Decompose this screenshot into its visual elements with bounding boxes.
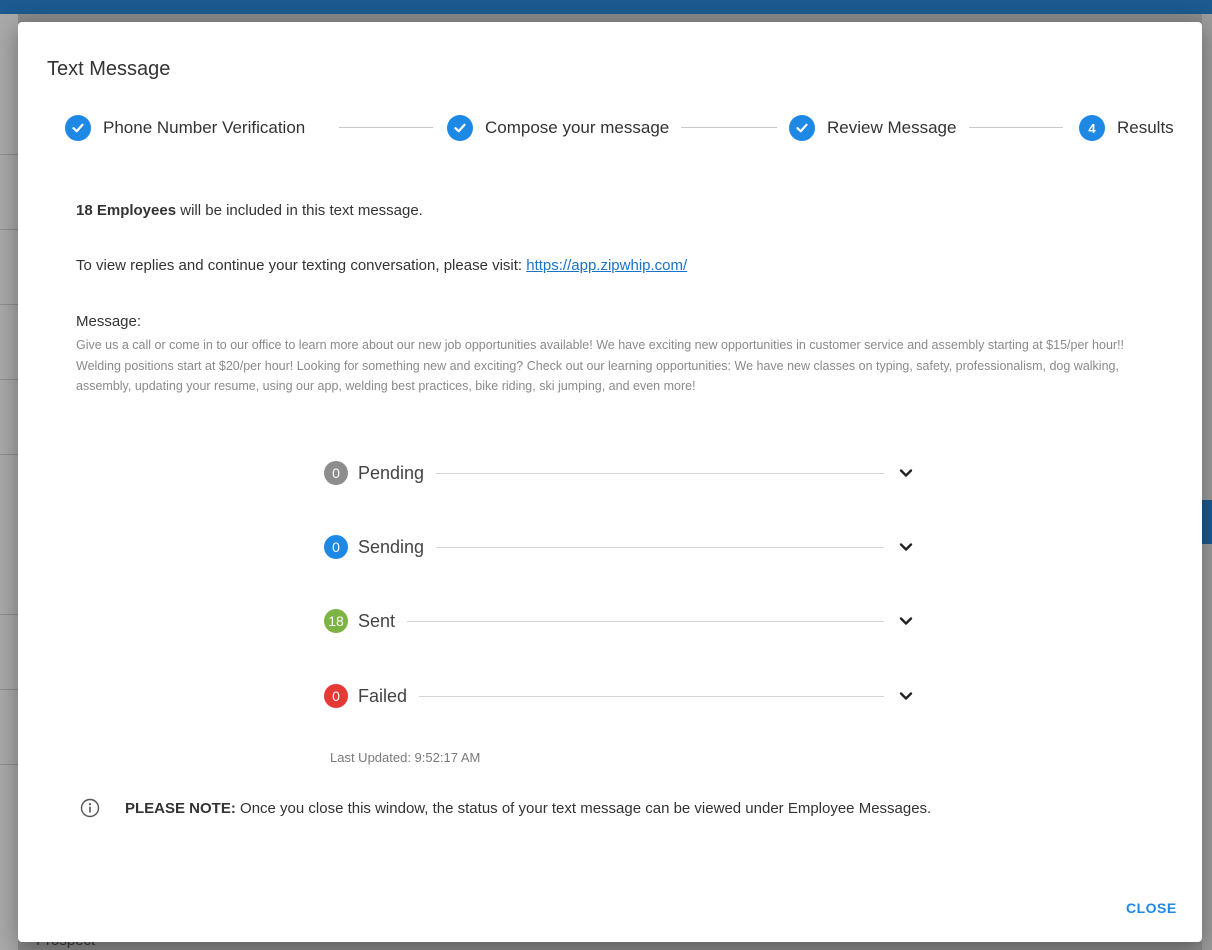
included-suffix: will be included in this text message. <box>176 202 423 219</box>
note-text: PLEASE NOTE: Once you close this window,… <box>125 800 931 817</box>
last-updated-timestamp: Last Updated: 9:52:17 AM <box>330 750 481 765</box>
step-results[interactable]: 4 Results <box>1079 114 1174 142</box>
please-note: PLEASE NOTE: Once you close this window,… <box>80 798 931 818</box>
note-body: Once you close this window, the status o… <box>235 799 932 817</box>
background-row-divider <box>0 304 18 305</box>
background-row-divider <box>0 379 18 380</box>
step-number-badge: 4 <box>1079 115 1105 141</box>
employee-count: 18 Employees <box>76 202 177 219</box>
background-row-divider <box>0 764 18 765</box>
step-connector <box>681 127 777 128</box>
step-label: Compose your message <box>485 118 670 137</box>
chevron-down-icon[interactable] <box>898 613 914 629</box>
status-divider <box>419 695 884 697</box>
check-circle-icon <box>789 115 815 141</box>
status-label: Failed <box>358 685 408 706</box>
background-row-divider <box>0 614 18 615</box>
status-row-sent[interactable]: 18 Sent <box>324 608 914 634</box>
status-row-sending[interactable]: 0 Sending <box>324 534 914 560</box>
background-topbar <box>0 0 1212 14</box>
status-count-badge: 0 <box>324 535 348 559</box>
background-right-strip <box>1202 14 1212 950</box>
background-row-divider <box>0 454 18 455</box>
included-summary: 18 Employees will be included in this te… <box>76 202 423 219</box>
dialog-title: Text Message <box>47 58 171 80</box>
status-label: Sending <box>358 536 425 557</box>
status-count-badge: 0 <box>324 461 348 485</box>
status-count-badge: 0 <box>324 684 348 708</box>
status-label: Pending <box>358 462 425 483</box>
step-label: Phone Number Verification <box>103 118 306 137</box>
message-heading: Message: <box>76 313 142 330</box>
status-row-pending[interactable]: 0 Pending <box>324 460 914 486</box>
info-icon <box>80 798 100 818</box>
status-count-badge: 18 <box>324 609 348 633</box>
close-button[interactable]: CLOSE <box>1126 900 1177 916</box>
chevron-down-icon[interactable] <box>898 539 914 555</box>
step-label: Review Message <box>827 118 957 137</box>
replies-prefix: To view replies and continue your textin… <box>76 257 527 274</box>
note-label: PLEASE NOTE: <box>125 799 236 817</box>
text-message-dialog: Text Message Phone Number Verification C… <box>18 22 1202 942</box>
background-sidebar <box>0 14 18 950</box>
step-review-message[interactable]: Review Message <box>789 114 956 142</box>
step-connector <box>969 127 1063 128</box>
background-row-divider <box>0 154 18 155</box>
status-divider <box>407 620 884 622</box>
check-circle-icon <box>447 115 473 141</box>
status-divider <box>436 472 884 474</box>
replies-instruction: To view replies and continue your textin… <box>76 257 687 274</box>
check-circle-icon <box>65 115 91 141</box>
chevron-down-icon[interactable] <box>898 688 914 704</box>
status-label: Sent <box>358 610 396 631</box>
step-label: Results <box>1117 118 1174 137</box>
chevron-down-icon[interactable] <box>898 465 914 481</box>
step-compose-message[interactable]: Compose your message <box>447 114 669 142</box>
status-divider <box>436 546 884 548</box>
step-phone-verification[interactable]: Phone Number Verification <box>65 114 305 142</box>
message-body: Give us a call or come in to our office … <box>76 338 1125 393</box>
zipwhip-link[interactable]: https://app.zipwhip.com/ <box>526 257 687 274</box>
background-row-divider <box>0 229 18 230</box>
background-right-accent <box>1202 500 1212 544</box>
background-row-divider <box>0 689 18 690</box>
step-connector <box>339 127 433 128</box>
status-row-failed[interactable]: 0 Failed <box>324 683 914 709</box>
stepper: Phone Number Verification Compose your m… <box>65 114 1174 142</box>
